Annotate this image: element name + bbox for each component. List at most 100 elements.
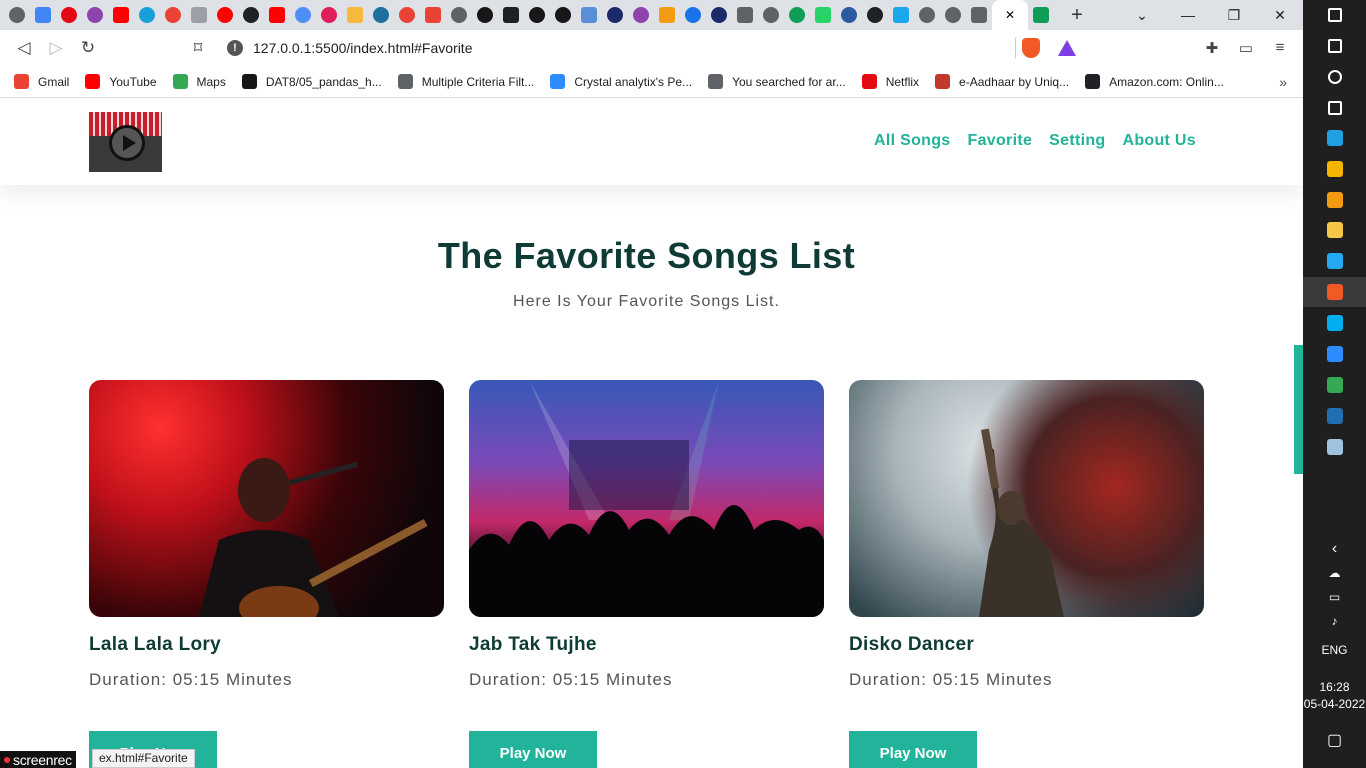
browser-tab[interactable] <box>108 0 134 30</box>
nav-favorite[interactable]: Favorite <box>968 132 1033 150</box>
browser-tab[interactable] <box>862 0 888 30</box>
bookmark-item[interactable]: You searched for ar... <box>708 74 846 89</box>
browser-tab[interactable] <box>888 0 914 30</box>
edge-icon[interactable] <box>1303 123 1366 153</box>
zoom-icon[interactable] <box>1303 339 1366 369</box>
browser-tab[interactable] <box>420 0 446 30</box>
browser-tab[interactable] <box>654 0 680 30</box>
browser-tab[interactable] <box>342 0 368 30</box>
browser-tab[interactable] <box>628 0 654 30</box>
browser-tab[interactable] <box>316 0 342 30</box>
bookmark-item[interactable]: Crystal analytix's Pe... <box>550 74 692 89</box>
menu-icon[interactable]: ≡ <box>1267 39 1293 57</box>
browser-tab[interactable] <box>680 0 706 30</box>
close-tab-icon[interactable]: ✕ <box>1005 8 1015 22</box>
bookmark-item[interactable]: Gmail <box>14 74 69 89</box>
brave-rewards-icon[interactable] <box>1058 40 1076 56</box>
battery-icon[interactable]: ▭ <box>1303 590 1366 604</box>
chrome-icon[interactable] <box>1303 370 1366 400</box>
play-now-button[interactable]: Play Now <box>469 731 597 768</box>
browser-tab[interactable] <box>1028 0 1054 30</box>
browser-tab[interactable] <box>836 0 862 30</box>
language-indicator[interactable]: ENG <box>1303 643 1366 657</box>
browser-tab[interactable] <box>576 0 602 30</box>
photos-icon[interactable] <box>1303 401 1366 431</box>
bookmark-item[interactable]: Amazon.com: Onlin... <box>1085 74 1224 89</box>
browser-tab[interactable] <box>212 0 238 30</box>
browser-tab[interactable] <box>940 0 966 30</box>
vlc-icon[interactable] <box>1303 185 1366 215</box>
forward-icon[interactable]: ▷ <box>40 38 72 58</box>
browser-tab[interactable] <box>524 0 550 30</box>
notepad-icon[interactable] <box>1303 432 1366 462</box>
browser-tab[interactable] <box>160 0 186 30</box>
minimize-icon[interactable]: — <box>1165 0 1211 30</box>
cortana-icon[interactable] <box>1303 62 1366 92</box>
browser-tab[interactable] <box>706 0 732 30</box>
site-logo[interactable] <box>89 112 162 172</box>
nav-all-songs[interactable]: All Songs <box>874 132 950 150</box>
browser-tab[interactable] <box>550 0 576 30</box>
restore-icon[interactable]: ❐ <box>1211 0 1257 30</box>
url-text[interactable]: 127.0.0.1:5500/index.html#Favorite <box>253 40 472 56</box>
browser-tab-active[interactable]: ✕ <box>992 0 1028 30</box>
browser-tab[interactable] <box>914 0 940 30</box>
bookmark-item[interactable]: DAT8/05_pandas_h... <box>241 74 382 89</box>
chrome-icon[interactable] <box>1303 154 1366 184</box>
task-view-icon[interactable] <box>1303 93 1366 123</box>
song-image[interactable] <box>89 380 444 617</box>
back-icon[interactable]: ◁ <box>8 38 40 58</box>
browser-tab[interactable] <box>264 0 290 30</box>
show-hidden-icons-icon[interactable]: ‹ <box>1303 540 1366 558</box>
bookmark-item[interactable]: YouTube <box>85 74 157 89</box>
song-image[interactable] <box>849 380 1204 617</box>
browser-tab[interactable] <box>56 0 82 30</box>
nav-about-us[interactable]: About Us <box>1122 132 1196 150</box>
clock-date[interactable]: 05-04-2022 <box>1303 697 1366 711</box>
search-icon[interactable] <box>1303 31 1366 61</box>
browser-tab[interactable] <box>238 0 264 30</box>
extensions-icon[interactable]: ✚ <box>1199 39 1225 57</box>
browser-tab[interactable] <box>4 0 30 30</box>
song-image[interactable] <box>469 380 824 617</box>
browser-tab[interactable] <box>30 0 56 30</box>
bookmark-item[interactable]: Multiple Criteria Filt... <box>397 74 534 89</box>
brave-icon[interactable] <box>1303 277 1366 307</box>
bookmark-item[interactable]: e-Aadhaar by Uniq... <box>935 74 1069 89</box>
browser-tab[interactable] <box>784 0 810 30</box>
brave-shields-icon[interactable] <box>1022 38 1040 58</box>
wallet-icon[interactable]: ▭ <box>1233 39 1259 57</box>
browser-tab[interactable] <box>82 0 108 30</box>
browser-tab[interactable] <box>368 0 394 30</box>
browser-tab[interactable] <box>758 0 784 30</box>
browser-tab[interactable] <box>446 0 472 30</box>
reload-icon[interactable]: ↻ <box>72 38 104 58</box>
browser-tab[interactable] <box>134 0 160 30</box>
browser-tab[interactable] <box>394 0 420 30</box>
bookmark-item[interactable]: Netflix <box>861 74 919 89</box>
browser-tab[interactable] <box>732 0 758 30</box>
clock-time[interactable]: 16:28 <box>1303 680 1366 694</box>
vscode-icon[interactable] <box>1303 246 1366 276</box>
volume-icon[interactable]: ♪ <box>1303 614 1366 628</box>
address-bar[interactable]: ⌑ ! 127.0.0.1:5500/index.html#Favorite <box>183 33 1086 63</box>
nav-setting[interactable]: Setting <box>1049 132 1105 150</box>
play-now-button[interactable]: Play Now <box>849 731 977 768</box>
close-window-icon[interactable]: ✕ <box>1257 0 1303 30</box>
bookmark-icon[interactable]: ⌑ <box>183 38 213 58</box>
folder-icon[interactable] <box>1303 215 1366 245</box>
browser-tab[interactable] <box>498 0 524 30</box>
browser-tab[interactable] <box>186 0 212 30</box>
site-info-icon[interactable]: ! <box>227 40 243 56</box>
browser-tab[interactable] <box>602 0 628 30</box>
network-icon[interactable]: ☁ <box>1303 566 1366 580</box>
browser-tab[interactable] <box>810 0 836 30</box>
browser-tab[interactable] <box>290 0 316 30</box>
more-bookmarks-icon[interactable]: » <box>1279 74 1287 90</box>
tab-search-icon[interactable]: ⌄ <box>1119 0 1165 30</box>
new-tab-button[interactable]: + <box>1062 4 1092 27</box>
windows-icon[interactable] <box>1303 0 1366 30</box>
notifications-icon[interactable]: ▢ <box>1303 730 1366 750</box>
bookmark-item[interactable]: Maps <box>172 74 226 89</box>
browser-tab[interactable] <box>472 0 498 30</box>
